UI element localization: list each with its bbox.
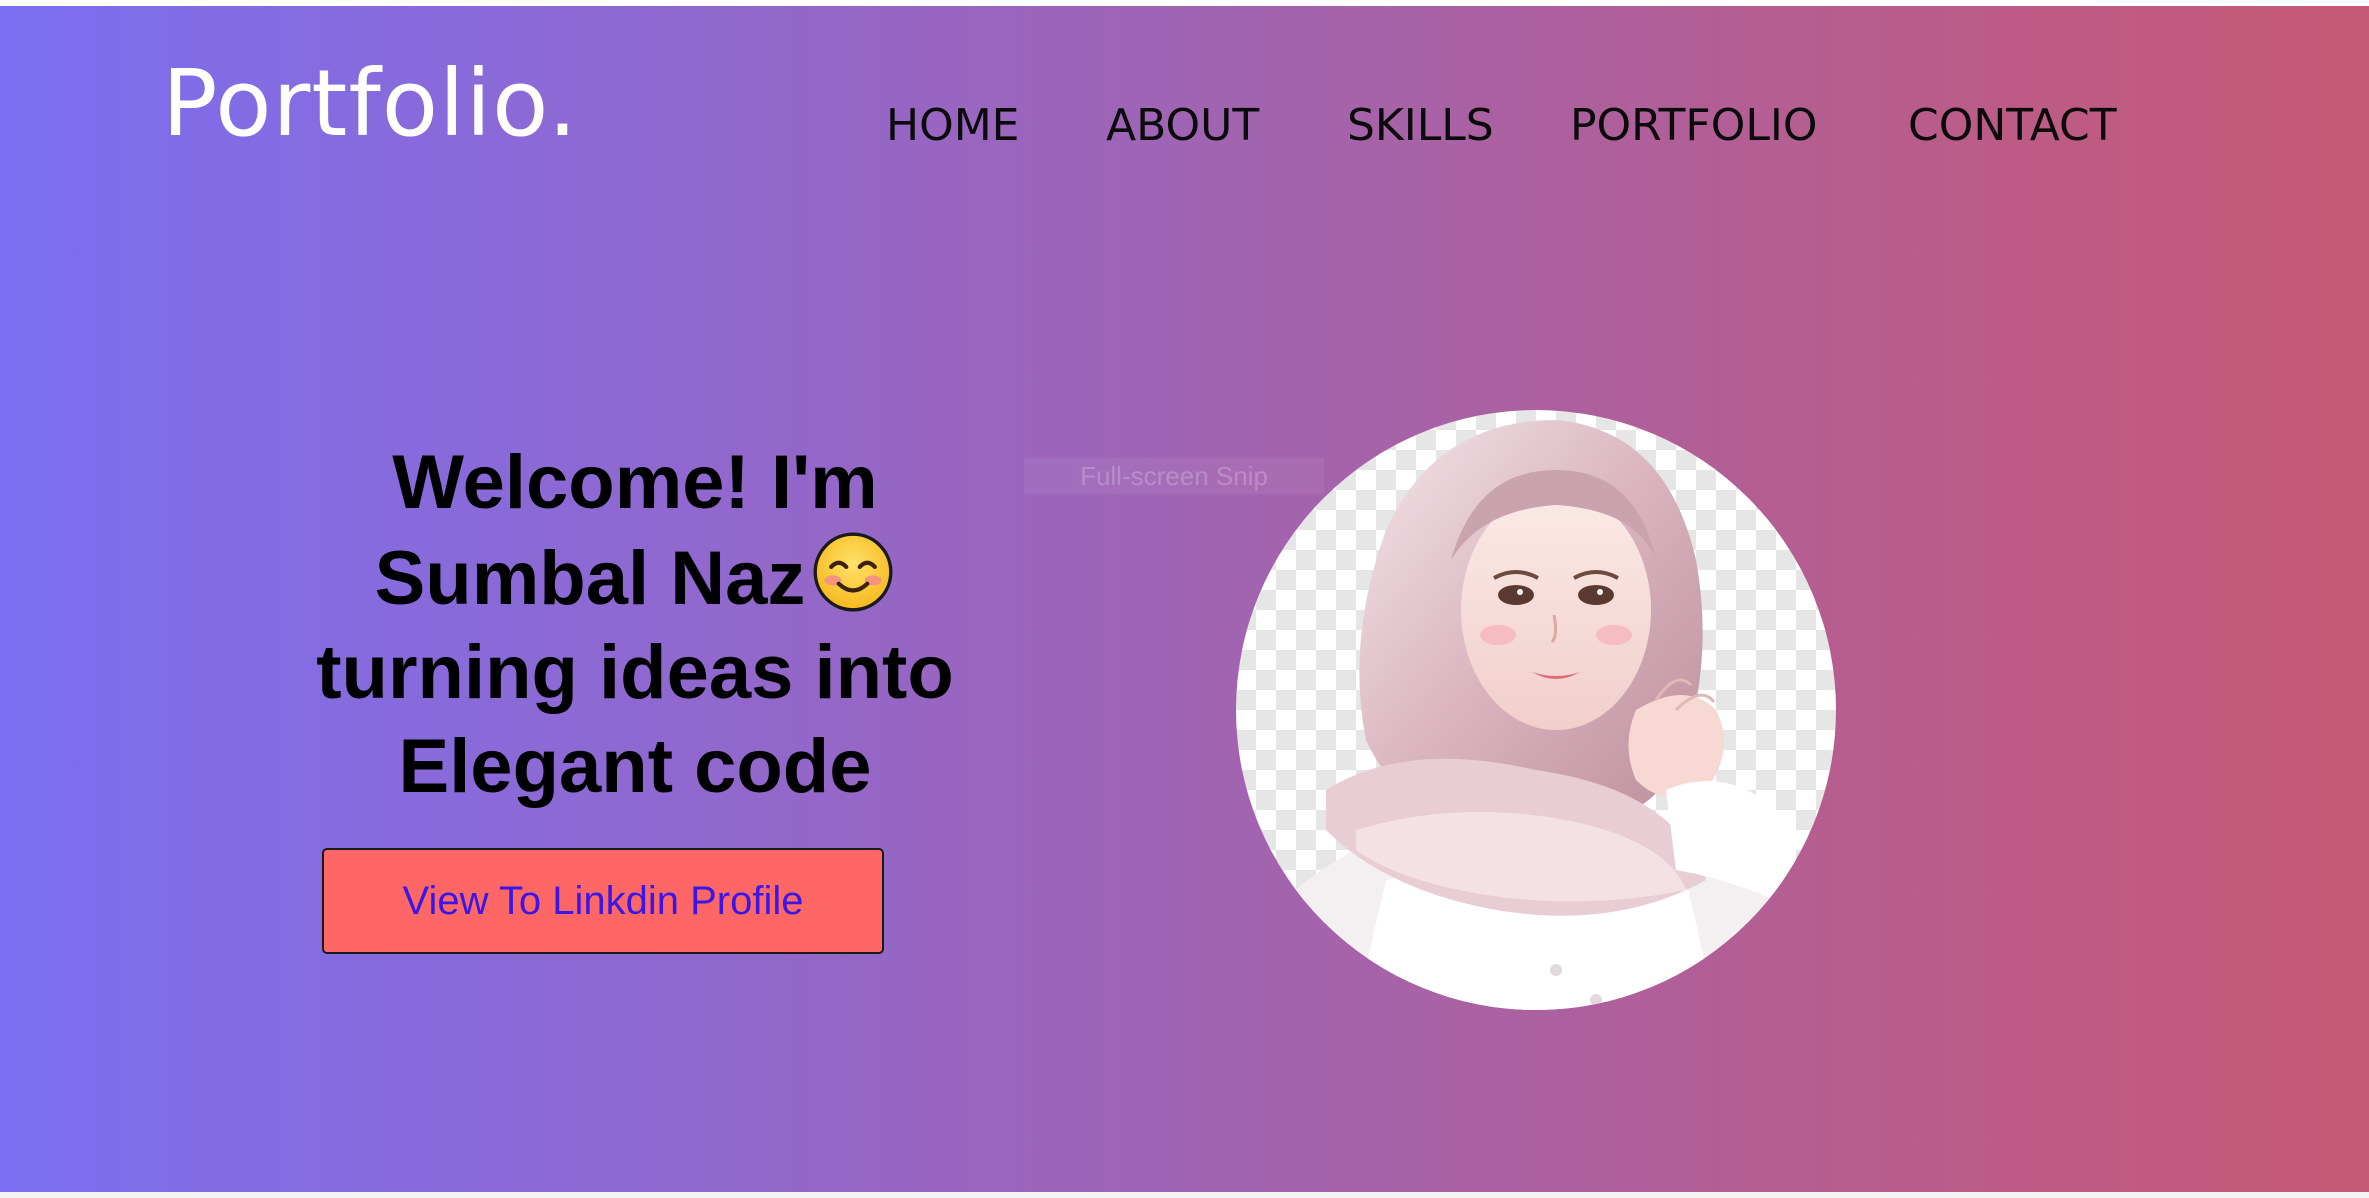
hero-line-4: Elegant code <box>398 724 872 809</box>
full-screen-snip-tooltip: Full-screen Snip <box>1024 458 1324 494</box>
hero-line-2-wrap: Sumbal Naz <box>260 530 1010 626</box>
main-nav: HOME ABOUT SKILLS PORTFOLIO CONTACT <box>0 96 2369 156</box>
nav-item-contact[interactable]: CONTACT <box>1908 96 2117 156</box>
profile-image <box>1236 410 1836 1010</box>
hero-heading: Welcome! I'm Sumbal Naz turning ideas in… <box>260 436 1010 814</box>
profile-avatar-illustration <box>1236 410 1836 1010</box>
nav-item-portfolio[interactable]: PORTFOLIO <box>1570 96 1817 156</box>
nav-item-skills[interactable]: SKILLS <box>1347 96 1494 156</box>
smiling-face-icon <box>813 532 893 612</box>
nav-item-home[interactable]: HOME <box>886 96 1019 156</box>
hero-line-2: Sumbal Naz <box>374 536 806 621</box>
linkedin-profile-button[interactable]: View To Linkdin Profile <box>322 848 884 954</box>
nav-item-about[interactable]: ABOUT <box>1106 96 1259 156</box>
hero-line-1: Welcome! I'm <box>392 440 878 525</box>
hero-line-3: turning ideas into <box>316 630 954 715</box>
bottom-strip <box>0 1192 2369 1198</box>
hero-page: Portfolio. HOME ABOUT SKILLS PORTFOLIO C… <box>0 6 2369 1192</box>
